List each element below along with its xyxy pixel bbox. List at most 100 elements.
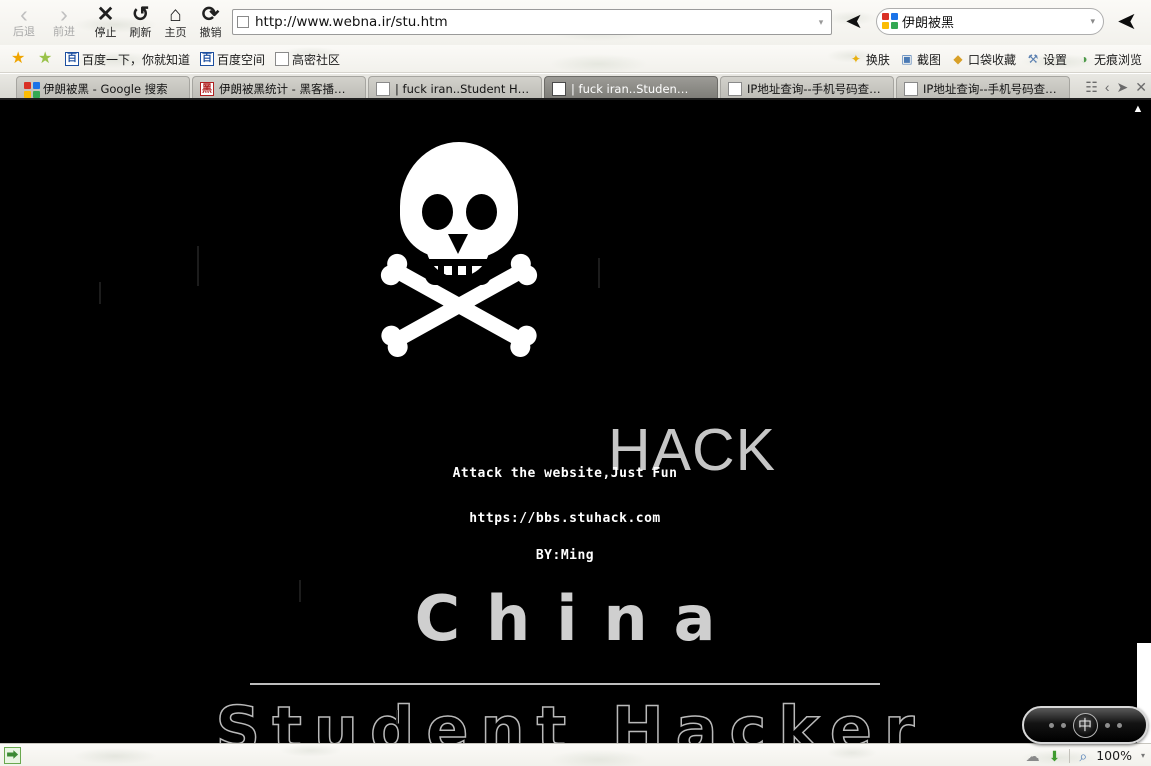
page-content: ▲ HACK Attack the website,Just Fun https… xyxy=(0,100,1151,743)
forward-chevron-icon: › xyxy=(60,1,68,27)
baidu-icon: 百 xyxy=(65,52,79,66)
tab-bar: 伊朗被黑 - Google 搜索 黑 伊朗被黑统计 - 黑客播… | fuck … xyxy=(0,74,1151,100)
home-button[interactable]: ⌂ 主页 xyxy=(158,2,193,43)
tab-google-search[interactable]: 伊朗被黑 - Google 搜索 xyxy=(16,76,190,98)
tab-label: IP地址查询--手机号码查… xyxy=(923,81,1057,96)
undo-icon: ⟳ xyxy=(201,3,220,26)
ime-dot-icon xyxy=(1104,722,1110,728)
status-bar: ⮕ ☁ ⬇ ⌕ 100% ▾ xyxy=(0,743,1151,766)
render-artifact xyxy=(598,258,600,288)
settings-icon: ⚒ xyxy=(1027,52,1039,66)
tab-label: 伊朗被黑统计 - 黑客播… xyxy=(219,81,346,96)
skin-button[interactable]: ✦ 换肤 xyxy=(844,48,895,70)
baidu-icon: 百 xyxy=(200,52,215,66)
tab-close-icon[interactable]: ✕ xyxy=(1135,80,1147,94)
undo-button-label: 撤销 xyxy=(199,26,222,39)
tab-label: | fuck iran..Student Ha… xyxy=(395,81,533,96)
render-artifact xyxy=(99,282,101,304)
tab-strip: 伊朗被黑 - Google 搜索 黑 伊朗被黑统计 - 黑客播… | fuck … xyxy=(16,74,1072,98)
bookmark-baidu-space[interactable]: 百 百度空间 xyxy=(195,48,270,70)
pocket-button-label: 口袋收藏 xyxy=(967,52,1016,67)
skin-button-label: 换肤 xyxy=(865,52,890,67)
incognito-button[interactable]: ◑ 无痕浏览 xyxy=(1072,48,1147,70)
download-arrow-icon[interactable]: ⬇ xyxy=(1049,749,1061,763)
tab-hack-stats[interactable]: 黑 伊朗被黑统计 - 黑客播… xyxy=(192,76,366,98)
back-button-label: 后退 xyxy=(13,25,35,38)
page-go-icon[interactable]: ⮕ xyxy=(4,747,21,764)
forward-button[interactable]: › 前进 xyxy=(44,2,84,43)
tab-fuck-iran-1[interactable]: | fuck iran..Student Ha… xyxy=(368,76,542,98)
tab-prev-icon[interactable]: ‹ xyxy=(1105,80,1110,94)
home-button-label: 主页 xyxy=(164,26,187,39)
bookmark-label: 百度空间 xyxy=(217,52,266,67)
navigation-buttons: ‹ 后退 › 前进 xyxy=(4,2,84,43)
pocket-icon: ◆ xyxy=(953,52,963,66)
address-bar-text: http://www.webna.ir/stu.htm xyxy=(255,14,448,30)
search-go-icon[interactable]: ➤ xyxy=(1113,8,1141,36)
ime-mode-button[interactable]: 中 xyxy=(1072,712,1098,738)
favorites-star-icon: ★ xyxy=(11,50,26,67)
settings-button[interactable]: ⚒ 设置 xyxy=(1021,48,1072,70)
chevron-down-icon[interactable]: ▾ xyxy=(815,17,827,28)
back-chevron-icon: ‹ xyxy=(20,1,28,27)
undo-button[interactable]: ⟳ 撤销 xyxy=(193,2,228,43)
zoom-level-label: 100% xyxy=(1096,748,1132,763)
ime-floating-bar[interactable]: 中 xyxy=(1022,706,1148,744)
bookmark-gaomi-community[interactable]: 高密社区 xyxy=(270,48,345,70)
ime-dot-icon xyxy=(1060,722,1066,728)
ime-dot-icon xyxy=(1048,722,1054,728)
zoom-icon[interactable]: ⌕ xyxy=(1079,749,1087,763)
status-right-group: ☁ ⬇ ⌕ 100% ▾ xyxy=(1026,744,1145,766)
add-bookmark-icon: ★ xyxy=(38,50,53,67)
browser-toolbar: ‹ 后退 › 前进 ✕ 停止 ↺ 刷新 ⌂ 主页 ⟳ 撤销 http://www… xyxy=(0,0,1151,45)
add-bookmark-button[interactable]: ★ xyxy=(33,48,60,70)
refresh-button-label: 刷新 xyxy=(129,26,152,39)
address-go-icon[interactable]: ➤ xyxy=(843,10,865,34)
refresh-icon: ↺ xyxy=(131,3,150,26)
render-artifact xyxy=(396,710,398,724)
stop-x-icon: ✕ xyxy=(96,3,115,26)
refresh-button[interactable]: ↺ 刷新 xyxy=(123,2,158,43)
chevron-down-icon[interactable]: ▾ xyxy=(1141,751,1145,760)
forward-button-label: 前进 xyxy=(53,25,75,38)
home-icon: ⌂ xyxy=(169,3,182,26)
screenshot-button[interactable]: ▣ 截图 xyxy=(895,48,946,70)
stop-button[interactable]: ✕ 停止 xyxy=(88,2,123,43)
tab-label: | fuck iran..Studen… xyxy=(571,81,689,96)
google-icon xyxy=(882,13,899,30)
tab-ip-lookup-1[interactable]: IP地址查询--手机号码查… xyxy=(720,76,894,98)
tab-fuck-iran-2-active[interactable]: | fuck iran..Studen… xyxy=(544,76,718,98)
bookmark-label: 高密社区 xyxy=(292,52,341,67)
settings-button-label: 设置 xyxy=(1042,52,1067,67)
render-artifact xyxy=(197,246,199,286)
page-icon xyxy=(237,16,249,28)
china-heading: China xyxy=(414,582,742,655)
search-box[interactable]: 伊朗被黑 ▾ xyxy=(876,8,1104,35)
skull-and-crossbones-icon xyxy=(377,142,543,382)
separator xyxy=(1069,748,1071,763)
tab-ip-lookup-2[interactable]: IP地址查询--手机号码查… xyxy=(896,76,1070,98)
tab-list-icon[interactable]: ☷ xyxy=(1085,80,1098,94)
chevron-down-icon[interactable]: ▾ xyxy=(1090,16,1095,27)
cloud-icon[interactable]: ☁ xyxy=(1026,749,1040,763)
tab-next-icon[interactable]: ➤ xyxy=(1117,80,1129,94)
tab-label: IP地址查询--手机号码查… xyxy=(747,81,881,96)
back-button[interactable]: ‹ 后退 xyxy=(4,2,44,43)
tab-label: 伊朗被黑 - Google 搜索 xyxy=(43,81,168,96)
favorites-button[interactable]: ★ xyxy=(6,48,33,70)
address-bar[interactable]: http://www.webna.ir/stu.htm ▾ xyxy=(232,9,832,35)
tab-controls: ☷ ‹ ➤ ✕ xyxy=(1085,74,1147,98)
screenshot-icon: ▣ xyxy=(901,52,913,66)
stop-button-label: 停止 xyxy=(94,26,117,39)
bookmark-baidu-search[interactable]: 百 百度一下，你就知道 xyxy=(60,48,195,70)
bookmark-label: 百度一下，你就知道 xyxy=(82,52,191,67)
skin-wand-icon: ✦ xyxy=(850,52,861,66)
scroll-up-arrow-icon[interactable]: ▲ xyxy=(1131,104,1145,115)
student-hacker-heading: Student Hacker xyxy=(215,693,927,743)
bookmarks-left-group: ★ ★ 百 百度一下，你就知道 百 百度空间 高密社区 xyxy=(6,45,345,72)
screenshot-button-label: 截图 xyxy=(916,52,941,67)
google-icon xyxy=(24,81,40,98)
render-artifact xyxy=(299,580,301,602)
bookmarks-right-group: ✦ 换肤 ▣ 截图 ◆ 口袋收藏 ⚒ 设置 ◑ 无痕浏览 xyxy=(844,45,1147,72)
pocket-button[interactable]: ◆ 口袋收藏 xyxy=(946,48,1021,70)
